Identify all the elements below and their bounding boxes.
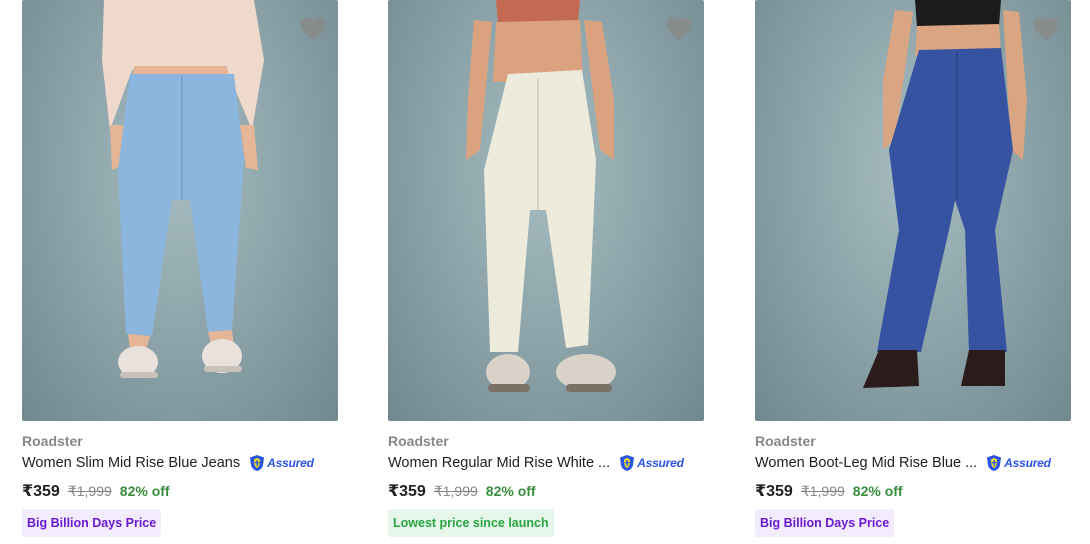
product-title[interactable]: Women Regular Mid Rise White ... (388, 455, 610, 471)
product-brand: Roadster (22, 433, 83, 449)
assured-label: Assured (1004, 456, 1051, 470)
wishlist-heart-icon[interactable] (664, 14, 694, 44)
product-image[interactable] (388, 0, 704, 421)
offer-tag: Lowest price since launch (388, 509, 554, 537)
discount-percent: 82% off (852, 483, 903, 499)
jeans-model-illustration (102, 0, 264, 378)
product-image[interactable] (755, 0, 1071, 421)
jeans-model-illustration (466, 0, 616, 392)
assured-badge: Assured (618, 454, 684, 472)
discount-percent: 82% off (485, 483, 536, 499)
original-price: ₹1,999 (67, 483, 112, 499)
assured-badge: Assured (985, 454, 1051, 472)
jeans-model-illustration (863, 0, 1027, 388)
assured-shield-icon (620, 455, 635, 471)
offer-tag: Big Billion Days Price (22, 509, 162, 537)
product-brand: Roadster (755, 433, 816, 449)
selling-price: ₹359 (755, 483, 793, 500)
discount-percent: 82% off (119, 483, 170, 499)
product-card[interactable]: Roadster Women Regular Mid Rise White ..… (388, 0, 704, 544)
assured-badge: Assured (248, 454, 314, 472)
wishlist-heart-icon[interactable] (298, 14, 328, 44)
wishlist-heart-icon[interactable] (1031, 14, 1061, 44)
product-image[interactable] (22, 0, 338, 421)
selling-price: ₹359 (22, 483, 60, 500)
assured-shield-icon (250, 455, 265, 471)
product-brand: Roadster (388, 433, 449, 449)
offer-tag: Big Billion Days Price (755, 509, 895, 537)
original-price: ₹1,999 (800, 483, 845, 499)
assured-label: Assured (267, 456, 314, 470)
product-card[interactable]: Roadster Women Boot-Leg Mid Rise Blue ..… (755, 0, 1071, 544)
product-title[interactable]: Women Slim Mid Rise Blue Jeans (22, 455, 240, 471)
assured-label: Assured (637, 456, 684, 470)
selling-price: ₹359 (388, 483, 426, 500)
assured-shield-icon (987, 455, 1002, 471)
product-title[interactable]: Women Boot-Leg Mid Rise Blue ... (755, 455, 977, 471)
product-card[interactable]: Roadster Women Slim Mid Rise Blue Jeans … (22, 0, 338, 544)
original-price: ₹1,999 (433, 483, 478, 499)
